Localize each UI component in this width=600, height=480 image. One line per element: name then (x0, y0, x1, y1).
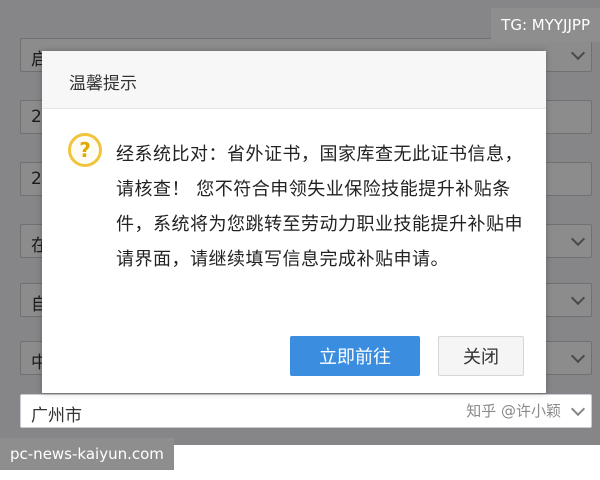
dialog-message: 经系统比对：省外证书，国家库查无此证书信息，请核查！ 您不符合申领失业保险技能提… (116, 144, 523, 270)
chevron-down-icon (570, 401, 586, 417)
city-select[interactable]: 广州市 知乎 @许小颖 (20, 394, 592, 428)
zhihu-watermark: 知乎 @许小颖 (466, 402, 561, 420)
dialog-title: 温馨提示 (69, 74, 137, 94)
question-mark-glyph: ? (79, 138, 91, 162)
city-select-value: 广州市 (31, 406, 82, 426)
alert-dialog: 温馨提示 ? 经系统比对：省外证书，国家库查无此证书信息，请核查！ 您不符合申领… (42, 51, 546, 393)
go-now-button[interactable]: 立即前往 (290, 336, 420, 376)
close-button[interactable]: 关闭 (438, 336, 524, 376)
channel-watermark-tag: TG: MYYJJPP (491, 8, 600, 42)
dialog-header: 温馨提示 (42, 51, 546, 109)
question-mark-icon: ? (68, 133, 102, 167)
source-watermark-tag: pc-news-kaiyun.com (0, 438, 174, 470)
